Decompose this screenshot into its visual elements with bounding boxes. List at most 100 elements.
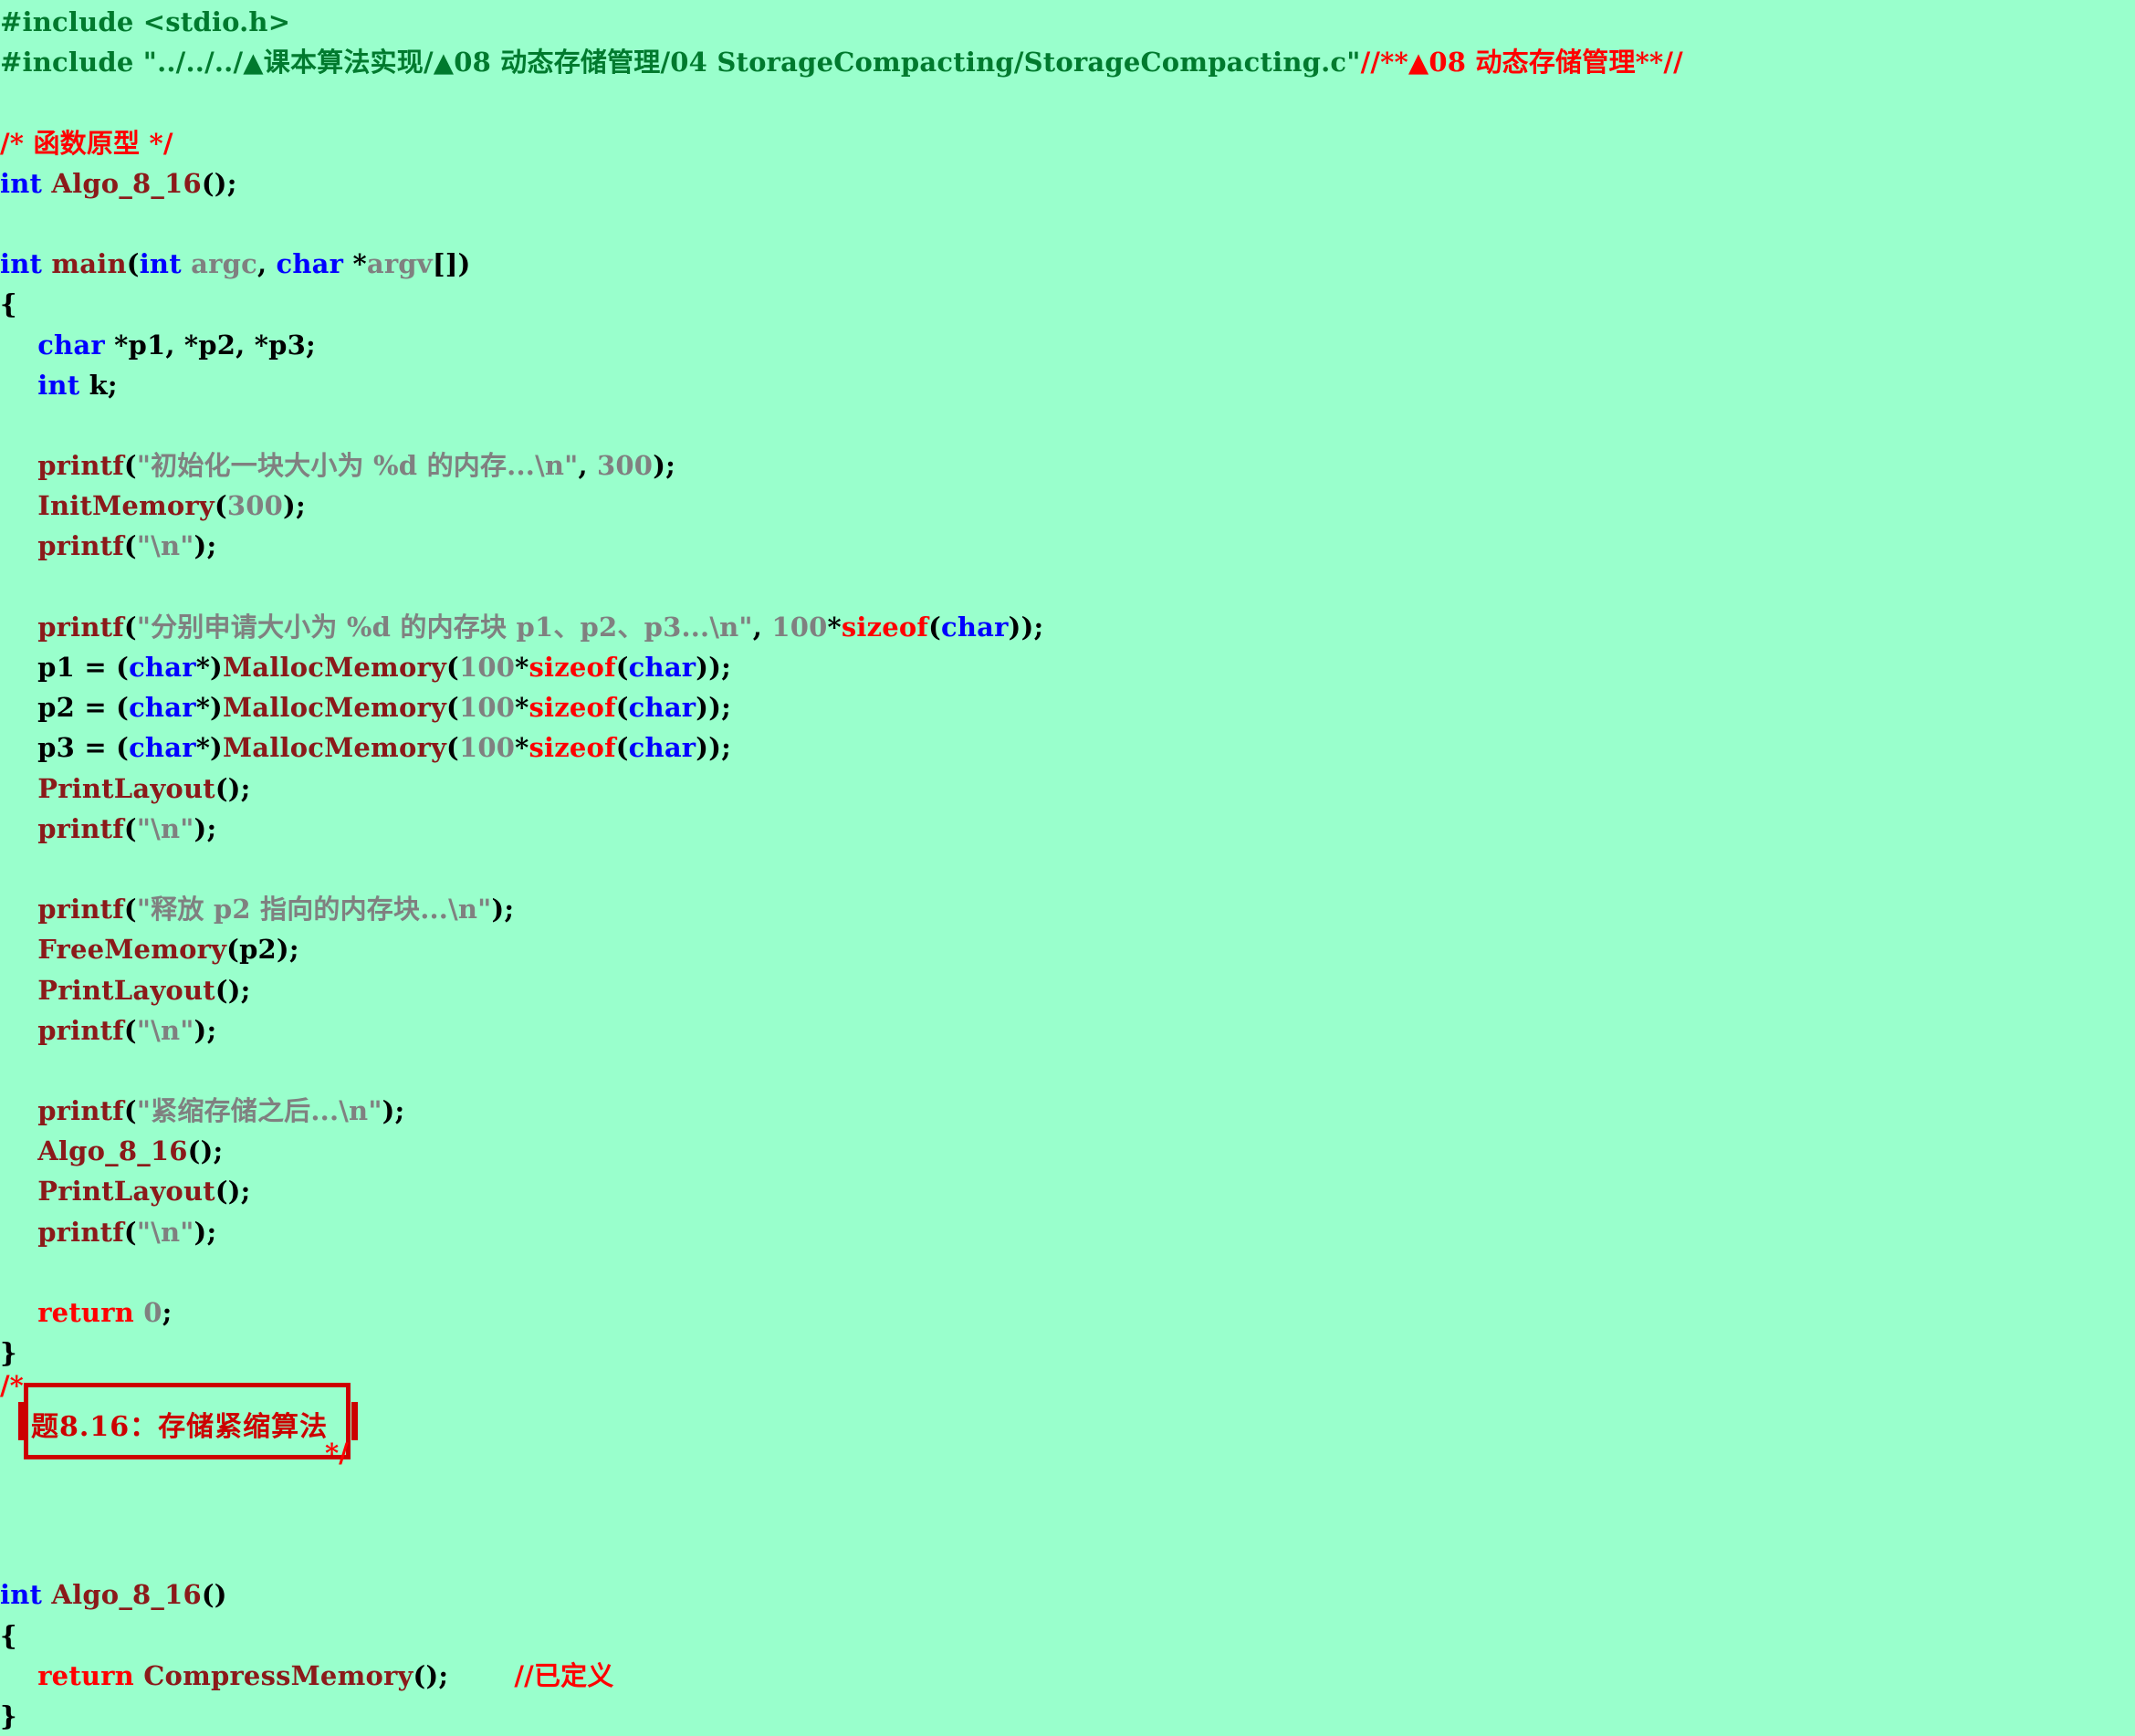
code-line[interactable]: FreeMemory(p2); xyxy=(0,929,1683,969)
code-token: ( xyxy=(123,530,137,562)
code-line[interactable]: printf("释放 p2 指向的内存块...\n"); xyxy=(0,889,1683,929)
code-token: "分别申请大小为 %d 的内存块 p1、p2、p3...\n" xyxy=(136,611,753,643)
code-line[interactable]: InitMemory(300); xyxy=(0,486,1683,526)
code-line[interactable] xyxy=(0,1534,1683,1574)
source-code-block[interactable]: #include <stdio.h> #include "../../../▲课本… xyxy=(0,2,1683,1736)
code-token: sizeof xyxy=(529,652,616,683)
code-token: CompressMemory xyxy=(143,1659,413,1691)
banner-left-bar xyxy=(18,1402,25,1440)
code-token: printf xyxy=(37,530,124,562)
code-token: int xyxy=(0,1579,43,1611)
code-token: () xyxy=(201,1579,227,1611)
code-line[interactable]: #include "../../../▲课本算法实现/▲08 动态存储管理/04… xyxy=(0,42,1683,82)
code-line[interactable]: printf("分别申请大小为 %d 的内存块 p1、p2、p3...\n", … xyxy=(0,607,1683,647)
code-line[interactable]: char *p1, *p2, *p3; xyxy=(0,325,1683,365)
code-line[interactable]: { xyxy=(0,284,1683,324)
code-line[interactable] xyxy=(0,204,1683,244)
code-line[interactable] xyxy=(0,82,1683,122)
code-line[interactable] xyxy=(0,849,1683,889)
code-line[interactable]: printf("\n"); xyxy=(0,1212,1683,1252)
code-token: )); xyxy=(696,732,732,764)
code-token: ( xyxy=(446,692,459,724)
code-line[interactable]: int main(int argc, char *argv[]) xyxy=(0,244,1683,284)
code-line[interactable] xyxy=(0,405,1683,445)
code-token: sizeof xyxy=(529,732,616,764)
code-line[interactable] xyxy=(0,1252,1683,1292)
code-token: printf xyxy=(37,450,124,482)
code-line[interactable]: printf("紧缩存储之后...\n"); xyxy=(0,1091,1683,1131)
code-token: char xyxy=(129,692,196,724)
code-line[interactable]: { xyxy=(0,1616,1683,1656)
code-token: , xyxy=(256,248,277,280)
code-token: sizeof xyxy=(841,611,929,643)
code-line[interactable]: p1 = (char*)MallocMemory(100*sizeof(char… xyxy=(0,647,1683,687)
code-line[interactable]: #include <stdio.h> xyxy=(0,2,1683,42)
code-line[interactable]: int Algo_8_16(); xyxy=(0,163,1683,204)
code-line[interactable] xyxy=(0,1494,1683,1534)
code-line[interactable]: /* 函数原型 */ xyxy=(0,123,1683,163)
code-token: )); xyxy=(696,652,732,683)
code-token: ( xyxy=(214,490,227,522)
code-line[interactable]: } xyxy=(0,1333,1683,1373)
code-line[interactable] xyxy=(0,567,1683,607)
code-line[interactable]: p2 = (char*)MallocMemory(100*sizeof(char… xyxy=(0,687,1683,727)
code-line[interactable]: int Algo_8_16() xyxy=(0,1574,1683,1615)
code-line[interactable]: PrintLayout(); xyxy=(0,769,1683,809)
code-token: * xyxy=(515,652,529,683)
code-token: char xyxy=(276,248,344,280)
code-token: (); xyxy=(413,1659,487,1691)
code-token: (); xyxy=(215,974,251,1006)
banner-title-text: 题8.16：存储紧缩算法 xyxy=(31,1411,329,1443)
code-token: return xyxy=(37,1659,134,1691)
code-line[interactable]: return 0; xyxy=(0,1292,1683,1333)
code-token: int xyxy=(0,248,43,280)
code-token: printf xyxy=(37,611,124,643)
code-token: Algo_8_16 xyxy=(51,1579,202,1611)
code-token: InitMemory xyxy=(37,490,215,522)
code-token: "释放 p2 指向的内存块...\n" xyxy=(136,894,492,926)
code-token: /* 函数原型 */ xyxy=(0,127,173,159)
code-token: 300 xyxy=(597,450,654,482)
code-line[interactable] xyxy=(0,1051,1683,1091)
code-token: (); xyxy=(187,1135,224,1167)
code-line[interactable]: PrintLayout(); xyxy=(0,1171,1683,1211)
code-line[interactable]: PrintLayout(); xyxy=(0,970,1683,1010)
code-editor-canvas[interactable]: #include <stdio.h> #include "../../../▲课本… xyxy=(0,0,2135,1731)
code-token: int xyxy=(0,167,43,199)
code-line[interactable]: printf("初始化一块大小为 %d 的内存...\n", 300); xyxy=(0,445,1683,486)
code-line[interactable]: Algo_8_16(); xyxy=(0,1131,1683,1171)
code-token: MallocMemory xyxy=(222,652,447,683)
code-token: *) xyxy=(195,732,223,764)
code-token: printf xyxy=(37,1216,124,1248)
code-token: char xyxy=(129,652,196,683)
code-line[interactable]: printf("\n"); xyxy=(0,809,1683,849)
code-token: char xyxy=(941,611,1009,643)
code-token: 100 xyxy=(458,692,516,724)
code-line[interactable]: } xyxy=(0,1696,1683,1736)
code-line[interactable]: p3 = (char*)MallocMemory(100*sizeof(char… xyxy=(0,727,1683,768)
code-token: ( xyxy=(123,450,137,482)
code-token: ); xyxy=(194,530,217,562)
code-token: ); xyxy=(283,490,306,522)
code-token: *) xyxy=(195,652,223,683)
code-token: PrintLayout xyxy=(37,772,215,804)
code-line[interactable]: return CompressMemory(); //已定义 xyxy=(0,1656,1683,1696)
code-token: int xyxy=(37,369,80,401)
code-line[interactable]: int k; xyxy=(0,365,1683,405)
code-token: ( xyxy=(615,692,629,724)
code-token: ( xyxy=(446,652,459,683)
code-line[interactable]: printf("\n"); xyxy=(0,526,1683,566)
code-token: )); xyxy=(1008,611,1044,643)
code-token: sizeof xyxy=(529,692,616,724)
code-token: []) xyxy=(432,248,471,280)
code-line[interactable]: printf("\n"); xyxy=(0,1010,1683,1051)
